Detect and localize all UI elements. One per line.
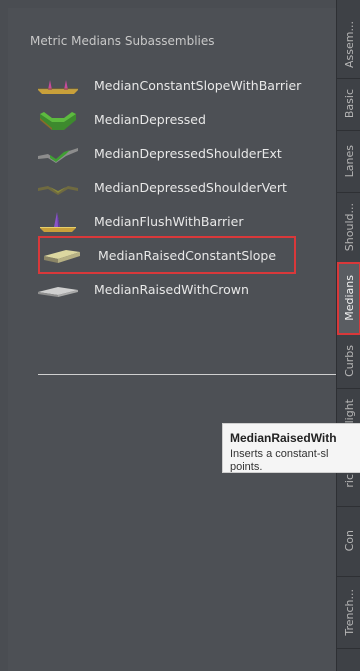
tool-palette: Metric Medians Subassemblies MedianConst… — [8, 8, 344, 671]
tab-basic[interactable]: Basic — [337, 78, 360, 131]
tool-median-raised-with-crown[interactable]: MedianRaisedWithCrown — [36, 274, 336, 304]
median-depressed-icon — [36, 106, 80, 132]
tab-label: Should... — [342, 202, 356, 252]
tab-label: Lanes — [342, 144, 356, 178]
tooltip-title: MedianRaisedWith — [230, 431, 337, 445]
palette-title: Metric Medians Subassemblies — [30, 34, 215, 48]
tab-medians[interactable]: Medians — [337, 262, 360, 335]
tool-label: MedianDepressed — [94, 111, 206, 127]
tooltip-line: points. — [230, 461, 263, 473]
tool-median-depressed-shoulder-vert[interactable]: MedianDepressedShoulderVert — [36, 172, 336, 202]
tooltip: MedianRaisedWith Inserts a constant-sl p… — [222, 423, 360, 473]
tab-label: Basic — [342, 89, 356, 119]
median-depressed-shoulder-vert-icon — [36, 174, 80, 200]
divider — [38, 374, 340, 375]
tab-trench[interactable]: Trench... — [337, 576, 360, 649]
tab-label: Trench... — [342, 588, 356, 636]
median-flush-barrier-icon — [36, 208, 80, 234]
tool-label: MedianConstantSlopeWithBarrier — [94, 77, 302, 93]
tab-shoulders[interactable]: Should... — [337, 192, 360, 263]
tab-lanes[interactable]: Lanes — [337, 130, 360, 193]
median-depressed-shoulder-ext-icon — [36, 140, 80, 166]
tool-median-depressed-shoulder-ext[interactable]: MedianDepressedShoulderExt — [36, 138, 336, 168]
tab-curbs[interactable]: Curbs — [337, 334, 360, 389]
tool-label: MedianRaisedWithCrown — [94, 281, 249, 297]
median-barrier-icon — [36, 72, 80, 98]
tool-median-depressed[interactable]: MedianDepressed — [36, 104, 336, 134]
tool-label: MedianDepressedShoulderExt — [94, 145, 282, 161]
tab-assem[interactable]: Assem... — [337, 10, 360, 79]
palette-tab-strip: Assem... Basic Lanes Should... Medians C… — [336, 0, 360, 671]
tab-label: Medians — [342, 275, 356, 321]
tool-label: MedianRaisedConstantSlope — [98, 247, 277, 263]
tab-label: Con — [342, 530, 356, 552]
tab-label: Curbs — [342, 345, 356, 377]
tool-median-raised-constant-slope[interactable]: MedianRaisedConstantSlope — [38, 236, 296, 274]
tab-label: ric — [342, 474, 356, 488]
tooltip-line: Inserts a constant-sl — [230, 448, 329, 460]
tool-label: MedianDepressedShoulderVert — [94, 179, 287, 195]
tool-label: MedianFlushWithBarrier — [94, 213, 244, 229]
tool-median-flush-with-barrier[interactable]: MedianFlushWithBarrier — [36, 206, 336, 236]
tool-median-constant-slope-with-barrier[interactable]: MedianConstantSlopeWithBarrier — [36, 70, 336, 100]
tooltip-body: Inserts a constant-sl points. — [230, 448, 329, 473]
tab-conditional[interactable]: Con — [337, 506, 360, 577]
median-raised-crown-icon — [36, 276, 80, 302]
tab-label: Assem... — [342, 20, 356, 68]
median-raised-slope-icon — [40, 242, 84, 268]
